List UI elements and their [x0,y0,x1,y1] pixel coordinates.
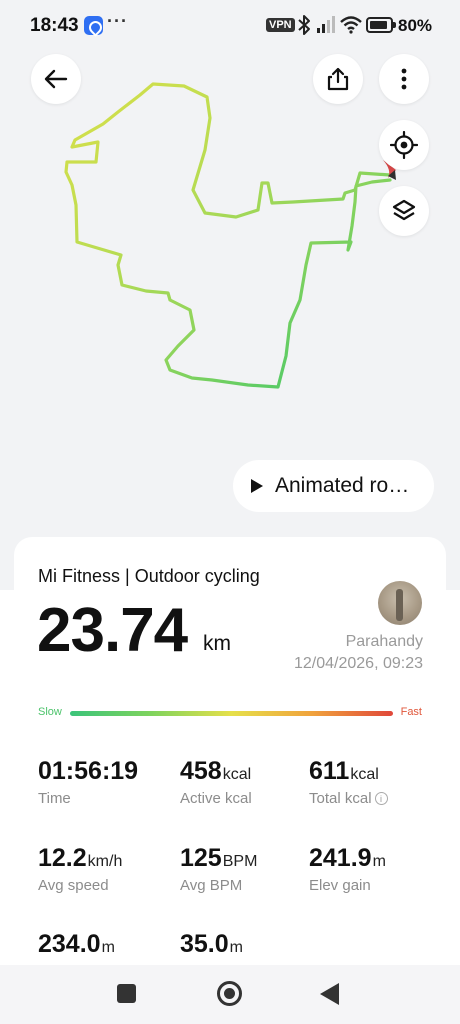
activity-source-label: Mi Fitness | Outdoor cycling [38,566,260,586]
back-nav-button[interactable] [320,983,339,1005]
recents-button[interactable] [117,984,136,1003]
back-button[interactable] [31,54,81,104]
stat-unit: km/h [87,853,123,870]
distance-value: 23.74 [37,596,188,665]
stat-active-kcal: 458kcal Active kcal [180,757,252,807]
activity-summary-card: Mi Fitness | Outdoor cycling 23.74 km Pa… [14,537,446,997]
stat-unit: m [229,939,243,956]
speed-slow-label: Slow [38,706,62,718]
status-time: 18:43 [30,15,79,36]
user-name: Parahandy [345,633,423,650]
stat-row3-col2: 35.0m [180,930,243,959]
more-vertical-icon [401,68,407,90]
stat-avg-bpm: 125BPM Avg BPM [180,844,257,894]
route-map[interactable]: Animated ro… [0,52,460,542]
stat-label: Elev gain [309,877,371,894]
arrow-left-icon [44,69,68,89]
screen: 18:43 ··· VPN 80% Animated ro… Mi Fitnes… [0,0,460,1024]
stat-unit: kcal [350,766,379,783]
stat-value: 611 [309,757,350,785]
more-button[interactable] [379,54,429,104]
stat-time: 01:56:19 Time [38,757,139,807]
notification-app-icon [84,16,103,35]
share-button[interactable] [313,54,363,104]
activity-date-time: 12/04/2026, 09:23 [293,655,423,672]
avatar[interactable] [378,581,422,625]
stat-label: Avg BPM [180,877,243,894]
speed-legend: Slow Fast [38,706,422,722]
battery-icon [366,17,396,33]
vpn-badge: VPN [266,18,295,32]
stat-unit: kcal [222,766,252,783]
wifi-icon [340,16,362,34]
stat-unit: m [101,939,115,956]
stat-label: Total kcal [309,790,372,807]
play-icon [251,479,263,493]
share-icon [327,67,349,91]
stat-value: 01:56:19 [38,757,139,785]
home-button[interactable] [217,981,242,1006]
layers-button[interactable] [379,186,429,236]
stat-row3-col1: 234.0m [38,930,115,959]
stat-value: 234.0 [38,930,101,958]
stat-value: 35.0 [180,930,229,958]
stat-label: Time [38,790,71,807]
layers-icon [392,199,416,221]
animated-route-button[interactable]: Animated ro… [233,460,434,512]
stat-value: 12.2 [38,844,87,872]
battery-percent: 80% [398,16,433,35]
stat-avg-speed: 12.2km/h Avg speed [38,844,122,894]
stat-value: 241.9 [309,844,372,872]
speed-gradient-bar [70,711,393,716]
more-notifications-icon: ··· [107,11,128,31]
stat-value: 125 [180,844,222,872]
stat-unit: BPM [222,853,258,870]
speed-fast-label: Fast [400,706,422,718]
locate-button[interactable] [379,120,429,170]
stat-label: Avg speed [38,877,109,894]
stat-label: Active kcal [180,790,252,807]
stat-value: 458 [180,757,222,785]
distance-unit: km [203,632,231,655]
info-icon[interactable]: i [374,792,388,805]
crosshair-icon [390,131,418,159]
animated-route-label: Animated ro… [275,474,410,497]
bluetooth-icon [298,15,310,35]
system-nav-bar [0,965,460,1024]
stat-unit: m [372,853,386,870]
signal-icon [317,16,335,33]
stat-total-kcal[interactable]: 611kcal Total kcal i [309,757,388,807]
stat-elev-gain: 241.9m Elev gain [309,844,386,894]
status-bar: 18:43 ··· VPN 80% [0,0,460,52]
